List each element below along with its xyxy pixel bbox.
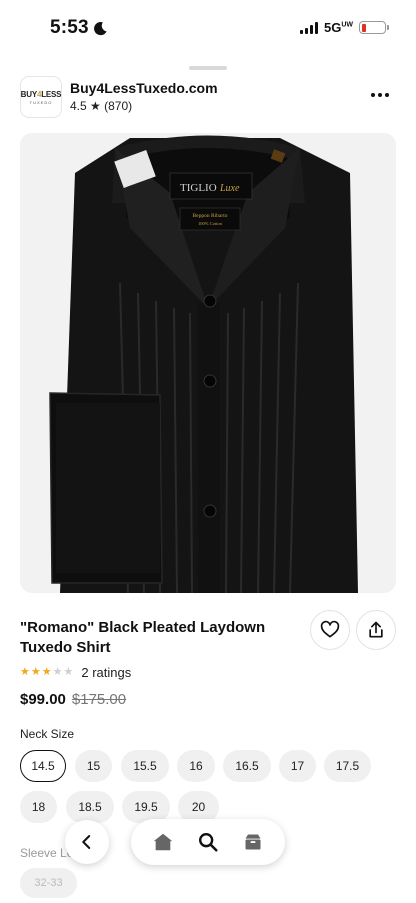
more-options-button[interactable] bbox=[368, 86, 392, 104]
more-dot-icon bbox=[378, 93, 382, 97]
tuxedo-shirt-image: TIGLIO Luxe Beppon Ribarto 100% Cotton bbox=[49, 135, 358, 593]
store-logo[interactable]: BUY4LESS TUXEDO bbox=[20, 76, 62, 118]
nav-home-button[interactable] bbox=[149, 828, 177, 856]
brand-label-text: TIGLIO bbox=[180, 182, 217, 194]
store-name[interactable]: Buy4LessTuxedo.com bbox=[70, 80, 218, 96]
network-text: 5G bbox=[323, 20, 342, 35]
sleeve-chip[interactable]: 32-33 bbox=[20, 868, 77, 898]
size-chip-18[interactable]: 18 bbox=[20, 791, 57, 823]
current-price: $99.00 bbox=[20, 691, 66, 708]
bottom-nav bbox=[131, 819, 285, 865]
heart-icon bbox=[320, 620, 340, 638]
size-chip-17[interactable]: 17 bbox=[279, 750, 316, 782]
size-chip-14-5[interactable]: 14.5 bbox=[20, 750, 66, 782]
box-icon bbox=[245, 834, 261, 850]
star-icon: ★ bbox=[41, 666, 52, 678]
tag-line-1: Beppon Ribarto bbox=[193, 213, 228, 219]
battery-fill bbox=[361, 23, 366, 32]
status-bar: 5:53 5GUW bbox=[0, 0, 416, 60]
search-icon bbox=[199, 833, 218, 852]
star-icon: ★ bbox=[20, 666, 30, 678]
store-header: BUY4LESS TUXEDO Buy4LessTuxedo.com 4.5 ★… bbox=[20, 76, 396, 120]
star-icon: ★ bbox=[30, 666, 41, 678]
rating-stars: ★ ★ ★ ★ ★ bbox=[20, 667, 73, 678]
share-button[interactable] bbox=[356, 610, 396, 650]
back-icon bbox=[82, 835, 91, 849]
network-label: 5GUW bbox=[324, 20, 353, 35]
network-sup: UW bbox=[341, 21, 353, 29]
neck-size-label: Neck Size bbox=[20, 727, 75, 741]
product-image[interactable]: TIGLIO Luxe Beppon Ribarto 100% Cotton bbox=[20, 133, 396, 593]
original-price: $175.00 bbox=[71, 691, 127, 708]
size-chip-17-5[interactable]: 17.5 bbox=[324, 750, 371, 782]
nav-orders-button[interactable] bbox=[239, 828, 267, 856]
size-chip-16[interactable]: 16 bbox=[177, 750, 215, 782]
favorite-button[interactable] bbox=[310, 610, 350, 650]
status-right: 5GUW bbox=[299, 20, 389, 35]
status-time-text: 5:53 bbox=[50, 17, 89, 38]
store-logo-sub: TUXEDO bbox=[29, 99, 53, 105]
price-row: $99.00 $175.00 bbox=[20, 691, 126, 708]
brand-label-sub: Luxe bbox=[219, 183, 240, 194]
size-chip-18-5[interactable]: 18.5 bbox=[66, 791, 114, 823]
product-title: "Romano" Black Pleated Laydown Tuxedo Sh… bbox=[20, 619, 266, 656]
home-icon bbox=[154, 833, 173, 851]
back-button[interactable] bbox=[65, 820, 109, 864]
nav-search-button[interactable] bbox=[194, 828, 222, 856]
store-logo-text: BUY4LESS bbox=[20, 89, 62, 99]
battery-icon bbox=[359, 21, 389, 34]
size-chip-15-5[interactable]: 15.5 bbox=[121, 750, 169, 782]
more-dot-icon bbox=[371, 93, 375, 97]
size-chip-15[interactable]: 15 bbox=[75, 750, 112, 782]
store-rating: 4.5 ★ (870) bbox=[70, 99, 133, 113]
rating-row[interactable]: ★ ★ ★ ★ ★ 2 ratings bbox=[20, 665, 131, 680]
rating-count: 2 ratings bbox=[81, 665, 132, 680]
star-icon: ★ bbox=[63, 666, 74, 678]
star-icon: ★ bbox=[52, 666, 63, 678]
signal-icon bbox=[299, 21, 318, 34]
moon-icon bbox=[93, 21, 107, 35]
tag-line-2: 100% Cotton bbox=[198, 221, 223, 226]
size-chip-16-5[interactable]: 16.5 bbox=[223, 750, 271, 782]
sheet-handle[interactable] bbox=[189, 66, 227, 70]
status-time: 5:53 bbox=[50, 17, 108, 39]
more-dot-icon bbox=[385, 93, 389, 97]
share-icon bbox=[369, 621, 383, 638]
